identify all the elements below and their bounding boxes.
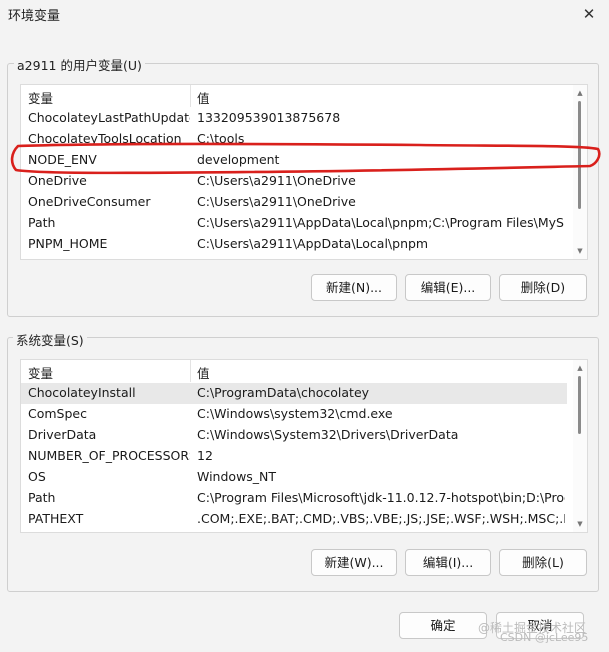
variable-name: NODE_ENV (28, 152, 97, 167)
variable-value: C:\Users\a2911\AppData\Local\pnpm (197, 236, 429, 251)
close-icon[interactable]: ✕ (577, 4, 601, 24)
variable-value: C:\tools (197, 131, 245, 146)
variable-value: development (197, 152, 280, 167)
user-delete-button[interactable]: 删除(D) (499, 274, 587, 301)
watermark-csdn: CSDN @jcLee95 (500, 631, 589, 644)
variable-value: C:\Users\a2911\OneDrive (197, 173, 356, 188)
user-vars-list[interactable]: 变量 值 ChocolateyLastPathUpdate 1332095390… (20, 84, 588, 260)
variable-value: C:\ProgramData\chocolatey (197, 385, 370, 400)
table-row[interactable]: NUMBER_OF_PROCESSORS 12 (21, 446, 567, 467)
table-row[interactable]: ComSpec C:\Windows\system32\cmd.exe (21, 404, 567, 425)
variable-name: DriverData (28, 427, 97, 442)
variable-value: 12 (197, 448, 213, 463)
variable-name: Path (28, 215, 56, 230)
title-bar: 环境变量 ✕ (0, 0, 609, 30)
variable-value: C:\Windows\System32\Drivers\DriverData (197, 427, 459, 442)
system-vars-list[interactable]: 变量 值 ChocolateyInstall C:\ProgramData\ch… (20, 359, 588, 533)
table-row[interactable]: Path C:\Users\a2911\AppData\Local\pnpm;C… (21, 213, 567, 234)
table-row[interactable]: ChocolateyToolsLocation C:\tools (21, 129, 567, 150)
table-row[interactable]: Path C:\Program Files\Microsoft\jdk-11.0… (21, 488, 567, 509)
system-vars-label: 系统变量(S) (13, 330, 87, 349)
user-new-button[interactable]: 新建(N)... (311, 274, 397, 301)
variable-value: C:\Program Files\Microsoft\jdk-11.0.12.7… (197, 490, 565, 505)
vertical-scrollbar[interactable]: ▲ ▼ (573, 360, 587, 532)
variable-name: ChocolateyLastPathUpdate (28, 110, 190, 125)
column-divider[interactable] (190, 360, 191, 382)
table-row[interactable]: PNPM_HOME C:\Users\a2911\AppData\Local\p… (21, 234, 567, 255)
variable-name: OneDriveConsumer (28, 194, 151, 209)
variable-value: Windows_NT (197, 469, 277, 484)
scroll-up-arrow-icon[interactable]: ▲ (575, 88, 585, 98)
variable-name: PATHEXT (28, 511, 84, 526)
variable-value: C:\Users\a2911\AppData\Local\pnpm;C:\Pro… (197, 215, 565, 230)
variable-value: 133209539013875678 (197, 110, 341, 125)
table-row[interactable]: PATHEXT .COM;.EXE;.BAT;.CMD;.VBS;.VBE;.J… (21, 509, 567, 530)
variable-value: .COM;.EXE;.BAT;.CMD;.VBS;.VBE;.JS;.JSE;.… (197, 511, 565, 526)
system-edit-button[interactable]: 编辑(I)... (405, 549, 491, 576)
vertical-scrollbar[interactable]: ▲ ▼ (573, 85, 587, 259)
system-new-button[interactable]: 新建(W)... (311, 549, 397, 576)
window-title: 环境变量 (8, 9, 61, 24)
column-header-variable[interactable]: 变量 (28, 88, 53, 107)
variable-name: PNPM_HOME (28, 236, 108, 251)
column-header-value[interactable]: 值 (197, 88, 210, 107)
table-row[interactable]: OneDrive C:\Users\a2911\OneDrive (21, 171, 567, 192)
variable-name: NUMBER_OF_PROCESSORS (28, 448, 190, 463)
scrollbar-thumb[interactable] (578, 101, 581, 209)
list-header: 变量 值 (21, 85, 587, 107)
column-header-value[interactable]: 值 (197, 363, 210, 382)
variable-value: C:\Windows\system32\cmd.exe (197, 406, 393, 421)
variable-name: Path (28, 490, 56, 505)
variable-name: OS (28, 469, 46, 484)
scrollbar-thumb[interactable] (578, 376, 581, 434)
list-header: 变量 值 (21, 360, 587, 382)
user-vars-label: a2911 的用户变量(U) (14, 55, 145, 74)
system-delete-button[interactable]: 删除(L) (499, 549, 587, 576)
table-row[interactable]: DriverData C:\Windows\System32\Drivers\D… (21, 425, 567, 446)
variable-name: ChocolateyInstall (28, 385, 136, 400)
variable-name: OneDrive (28, 173, 87, 188)
user-edit-button[interactable]: 编辑(E)... (405, 274, 491, 301)
scroll-up-arrow-icon[interactable]: ▲ (575, 363, 585, 373)
table-row[interactable]: ChocolateyLastPathUpdate 133209539013875… (21, 108, 567, 129)
table-row[interactable]: OS Windows_NT (21, 467, 567, 488)
scroll-down-arrow-icon[interactable]: ▼ (575, 246, 585, 256)
column-divider[interactable] (190, 85, 191, 107)
scroll-down-arrow-icon[interactable]: ▼ (575, 519, 585, 529)
table-row-selected[interactable]: ChocolateyInstall C:\ProgramData\chocola… (21, 383, 567, 404)
variable-value: C:\Users\a2911\OneDrive (197, 194, 356, 209)
column-header-variable[interactable]: 变量 (28, 363, 53, 382)
table-row[interactable]: NODE_ENV development (21, 150, 567, 171)
variable-name: ComSpec (28, 406, 87, 421)
variable-name: ChocolateyToolsLocation (28, 131, 182, 146)
ok-button[interactable]: 确定 (399, 612, 487, 639)
table-row[interactable]: OneDriveConsumer C:\Users\a2911\OneDrive (21, 192, 567, 213)
